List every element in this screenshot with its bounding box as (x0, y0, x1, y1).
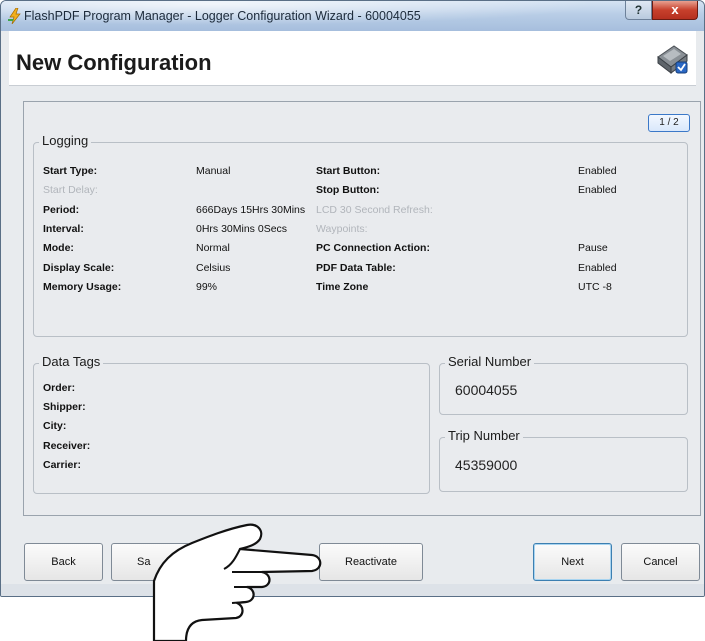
stop-button-label: Stop Button: (316, 184, 380, 196)
page-indicator[interactable]: 1 / 2 (648, 114, 690, 132)
period-label: Period: (43, 204, 80, 216)
title-bar[interactable]: FlashPDF Program Manager - Logger Config… (1, 1, 704, 31)
mode-value: Normal (196, 242, 230, 254)
pdf-data-table-label: PDF Data Table: (316, 262, 396, 274)
interval-label: Interval: (43, 223, 84, 235)
pointing-hand-icon (152, 523, 322, 641)
data-tag-order: Order: (43, 382, 76, 394)
serial-number-value: 60004055 (455, 382, 518, 398)
data-tags-group: Data Tags (33, 354, 430, 494)
time-zone-label: Time Zone (316, 281, 369, 293)
time-zone-value: UTC -8 (578, 281, 612, 293)
memory-usage-value: 99% (196, 281, 218, 293)
data-tag-receiver: Receiver: (43, 440, 91, 452)
stop-button-value: Enabled (578, 184, 617, 196)
caption-buttons: ? x (625, 1, 698, 21)
trip-number-legend: Trip Number (445, 428, 523, 443)
data-tag-shipper: Shipper: (43, 401, 86, 413)
data-tags-legend: Data Tags (39, 354, 104, 369)
display-scale-value: Celsius (196, 262, 231, 274)
data-tag-city: City: (43, 420, 67, 432)
start-type-label: Start Type: (43, 165, 98, 177)
page-title: New Configuration (16, 50, 212, 75)
next-button[interactable]: Next (533, 543, 612, 581)
data-tag-carrier: Carrier: (43, 459, 81, 471)
cancel-button[interactable]: Cancel (621, 543, 700, 581)
period-value: 666Days 15Hrs 30Mins (196, 204, 306, 216)
start-type-value: Manual (196, 165, 231, 177)
interval-value: 0Hrs 30Mins 0Secs (196, 223, 288, 235)
waypoints-label: Waypoints: (316, 223, 368, 235)
pdf-data-table-value: Enabled (578, 262, 617, 274)
pc-connection-value: Pause (578, 242, 608, 254)
close-button[interactable]: x (652, 1, 698, 20)
start-delay-label: Start Delay: (43, 184, 98, 196)
serial-number-legend: Serial Number (445, 354, 535, 369)
lightning-app-icon (8, 8, 21, 24)
pc-connection-label: PC Connection Action: (316, 242, 430, 254)
lcd-refresh-label: LCD 30 Second Refresh: (316, 204, 433, 216)
window-title: FlashPDF Program Manager - Logger Config… (24, 9, 421, 23)
trip-number-value: 45359000 (455, 457, 518, 473)
help-button[interactable]: ? (625, 1, 652, 20)
start-button-label: Start Button: (316, 165, 381, 177)
memory-usage-label: Memory Usage: (43, 281, 122, 293)
mode-label: Mode: (43, 242, 74, 254)
logging-legend: Logging (39, 133, 92, 148)
back-button[interactable]: Back (24, 543, 103, 581)
start-button-value: Enabled (578, 165, 617, 177)
reactivate-button[interactable]: Reactivate (319, 543, 423, 581)
wizard-header: New Configuration (9, 31, 696, 86)
logger-device-icon (657, 45, 688, 75)
status-strip (1, 584, 704, 596)
display-scale-label: Display Scale: (43, 262, 115, 274)
